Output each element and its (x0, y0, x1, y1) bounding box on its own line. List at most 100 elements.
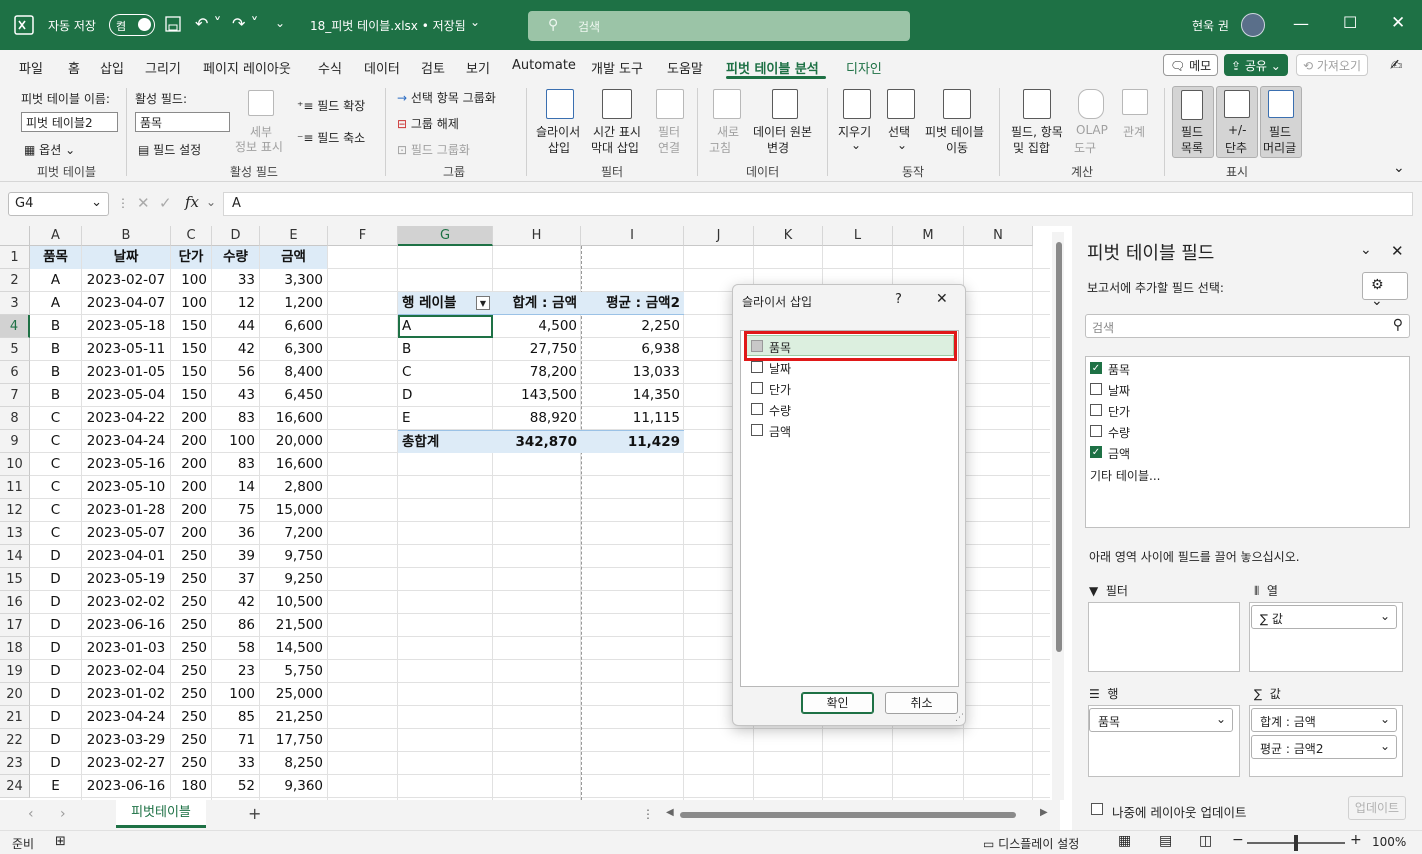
avatar[interactable] (1241, 13, 1265, 37)
data-cell[interactable]: 2023-01-03 (82, 637, 170, 660)
tab-data[interactable]: 데이터 (364, 58, 400, 77)
resize-grip-icon[interactable]: ⋰ (955, 713, 964, 723)
tab-draw[interactable]: 그리기 (145, 58, 181, 77)
data-cell[interactable]: 2023-05-11 (82, 338, 170, 361)
pivot-cell[interactable]: 78,200 (493, 361, 581, 384)
save-icon[interactable] (165, 16, 181, 32)
share-button[interactable]: ⇪ 공유 ⌄ (1224, 54, 1288, 76)
data-cell[interactable]: 7,200 (260, 522, 327, 545)
data-cell[interactable]: C (30, 522, 81, 545)
column-header[interactable]: F (328, 226, 398, 246)
user-name[interactable]: 현욱 권 (1192, 17, 1229, 34)
row-header[interactable]: 9 (0, 430, 30, 453)
column-header[interactable]: M (893, 226, 964, 246)
data-cell[interactable]: 250 (171, 729, 211, 752)
data-cell[interactable]: 250 (171, 545, 211, 568)
data-cell[interactable]: 52 (212, 775, 259, 798)
data-cell[interactable]: E (30, 775, 81, 798)
data-cell[interactable]: 71 (212, 729, 259, 752)
data-cell[interactable]: 6,600 (260, 315, 327, 338)
data-cell[interactable]: 2023-01-02 (82, 683, 170, 706)
data-cell[interactable]: D (30, 568, 81, 591)
pivot-cell[interactable]: 6,938 (581, 338, 684, 361)
relationships-label[interactable]: 관계 (1123, 123, 1145, 140)
data-cell[interactable]: 6,450 (260, 384, 327, 407)
pivot-total-cell[interactable]: 11,429 (581, 430, 684, 453)
header-cell[interactable]: 단가 (171, 246, 211, 269)
redo-icon[interactable]: ↷ ˅ (232, 14, 259, 33)
data-cell[interactable]: 1,200 (260, 292, 327, 315)
scroll-right-icon[interactable]: › (60, 806, 66, 822)
row-header[interactable]: 1 (0, 246, 30, 269)
row-header[interactable]: 12 (0, 499, 30, 522)
zoom-level[interactable]: 100% (1372, 835, 1406, 849)
accessibility-icon[interactable]: ⊞ (55, 834, 66, 849)
name-box[interactable]: G4 ⌄ (8, 192, 109, 216)
pivot-cell[interactable]: D (398, 384, 493, 407)
field-checkbox[interactable] (1090, 383, 1102, 395)
group-field-button[interactable]: ⊡ 필드 그룹화 (397, 141, 470, 158)
data-cell[interactable]: 43 (212, 384, 259, 407)
row-label-filter-icon[interactable]: ▼ (476, 296, 490, 310)
normal-view-icon[interactable]: ▦ (1118, 833, 1131, 849)
data-cell[interactable]: 20,000 (260, 430, 327, 453)
ok-button[interactable]: 확인 (801, 692, 874, 714)
row-header[interactable]: 20 (0, 683, 30, 706)
fetch-button[interactable]: ⟲ 가져오기 (1296, 54, 1369, 76)
pivot-cell[interactable]: E (398, 407, 493, 430)
column-header[interactable]: J (684, 226, 754, 246)
data-cell[interactable]: B (30, 361, 81, 384)
tab-splitter-icon[interactable]: ⋮ (642, 807, 654, 821)
data-cell[interactable]: 150 (171, 384, 211, 407)
data-cell[interactable]: 14 (212, 476, 259, 499)
data-cell[interactable]: 100 (171, 292, 211, 315)
data-cell[interactable]: 250 (171, 637, 211, 660)
data-cell[interactable]: 2023-02-27 (82, 752, 170, 775)
tab-formulas[interactable]: 수식 (318, 58, 342, 77)
data-cell[interactable]: B (30, 338, 81, 361)
data-cell[interactable]: 15,000 (260, 499, 327, 522)
pivot-cell[interactable]: 4,500 (493, 315, 581, 338)
data-cell[interactable]: 250 (171, 568, 211, 591)
data-cell[interactable]: 100 (171, 269, 211, 292)
data-cell[interactable]: 250 (171, 683, 211, 706)
data-cell[interactable]: D (30, 614, 81, 637)
data-cell[interactable]: 200 (171, 476, 211, 499)
pivot-cell[interactable]: 2,250 (581, 315, 684, 338)
slicer-field-checkbox[interactable] (751, 424, 763, 436)
data-cell[interactable]: 200 (171, 522, 211, 545)
data-cell[interactable]: 3,300 (260, 269, 327, 292)
column-header[interactable]: N (964, 226, 1033, 246)
row-header[interactable]: 14 (0, 545, 30, 568)
data-cell[interactable]: C (30, 499, 81, 522)
data-cell[interactable]: D (30, 752, 81, 775)
data-cell[interactable]: C (30, 453, 81, 476)
tab-view[interactable]: 보기 (466, 58, 490, 77)
data-cell[interactable]: 25,000 (260, 683, 327, 706)
dialog-close-icon[interactable]: ✕ (936, 291, 948, 307)
column-header[interactable]: E (260, 226, 328, 246)
field-checkbox[interactable] (1090, 425, 1102, 437)
column-header[interactable]: L (823, 226, 893, 246)
data-cell[interactable]: 75 (212, 499, 259, 522)
pivot-header-cell[interactable]: 합계 : 금액 (493, 292, 581, 315)
field-search-input[interactable]: 검색 ⚲ (1085, 314, 1410, 338)
tab-insert[interactable]: 삽입 (100, 58, 124, 77)
data-cell[interactable]: 16,600 (260, 407, 327, 430)
drill-label-2[interactable]: 정보 표시 (235, 138, 283, 155)
pivot-cell[interactable]: 11,115 (581, 407, 684, 430)
zoom-out-icon[interactable]: − (1232, 832, 1244, 848)
row-header[interactable]: 17 (0, 614, 30, 637)
data-cell[interactable]: 200 (171, 499, 211, 522)
field-checkbox[interactable]: ✓ (1090, 446, 1102, 458)
row-header[interactable]: 11 (0, 476, 30, 499)
hscroll-right-icon[interactable]: ▶ (1040, 807, 1048, 818)
more-tables-link[interactable]: 기타 테이블... (1090, 467, 1160, 484)
zoom-slider-thumb[interactable] (1294, 835, 1298, 851)
display-settings[interactable]: ▭ 디스플레이 설정 (983, 835, 1079, 852)
data-cell[interactable]: D (30, 683, 81, 706)
maximize-icon[interactable]: ☐ (1343, 13, 1357, 32)
change-source-label-2[interactable]: 변경 (767, 139, 789, 156)
data-cell[interactable]: 85 (212, 706, 259, 729)
data-cell[interactable]: 56 (212, 361, 259, 384)
